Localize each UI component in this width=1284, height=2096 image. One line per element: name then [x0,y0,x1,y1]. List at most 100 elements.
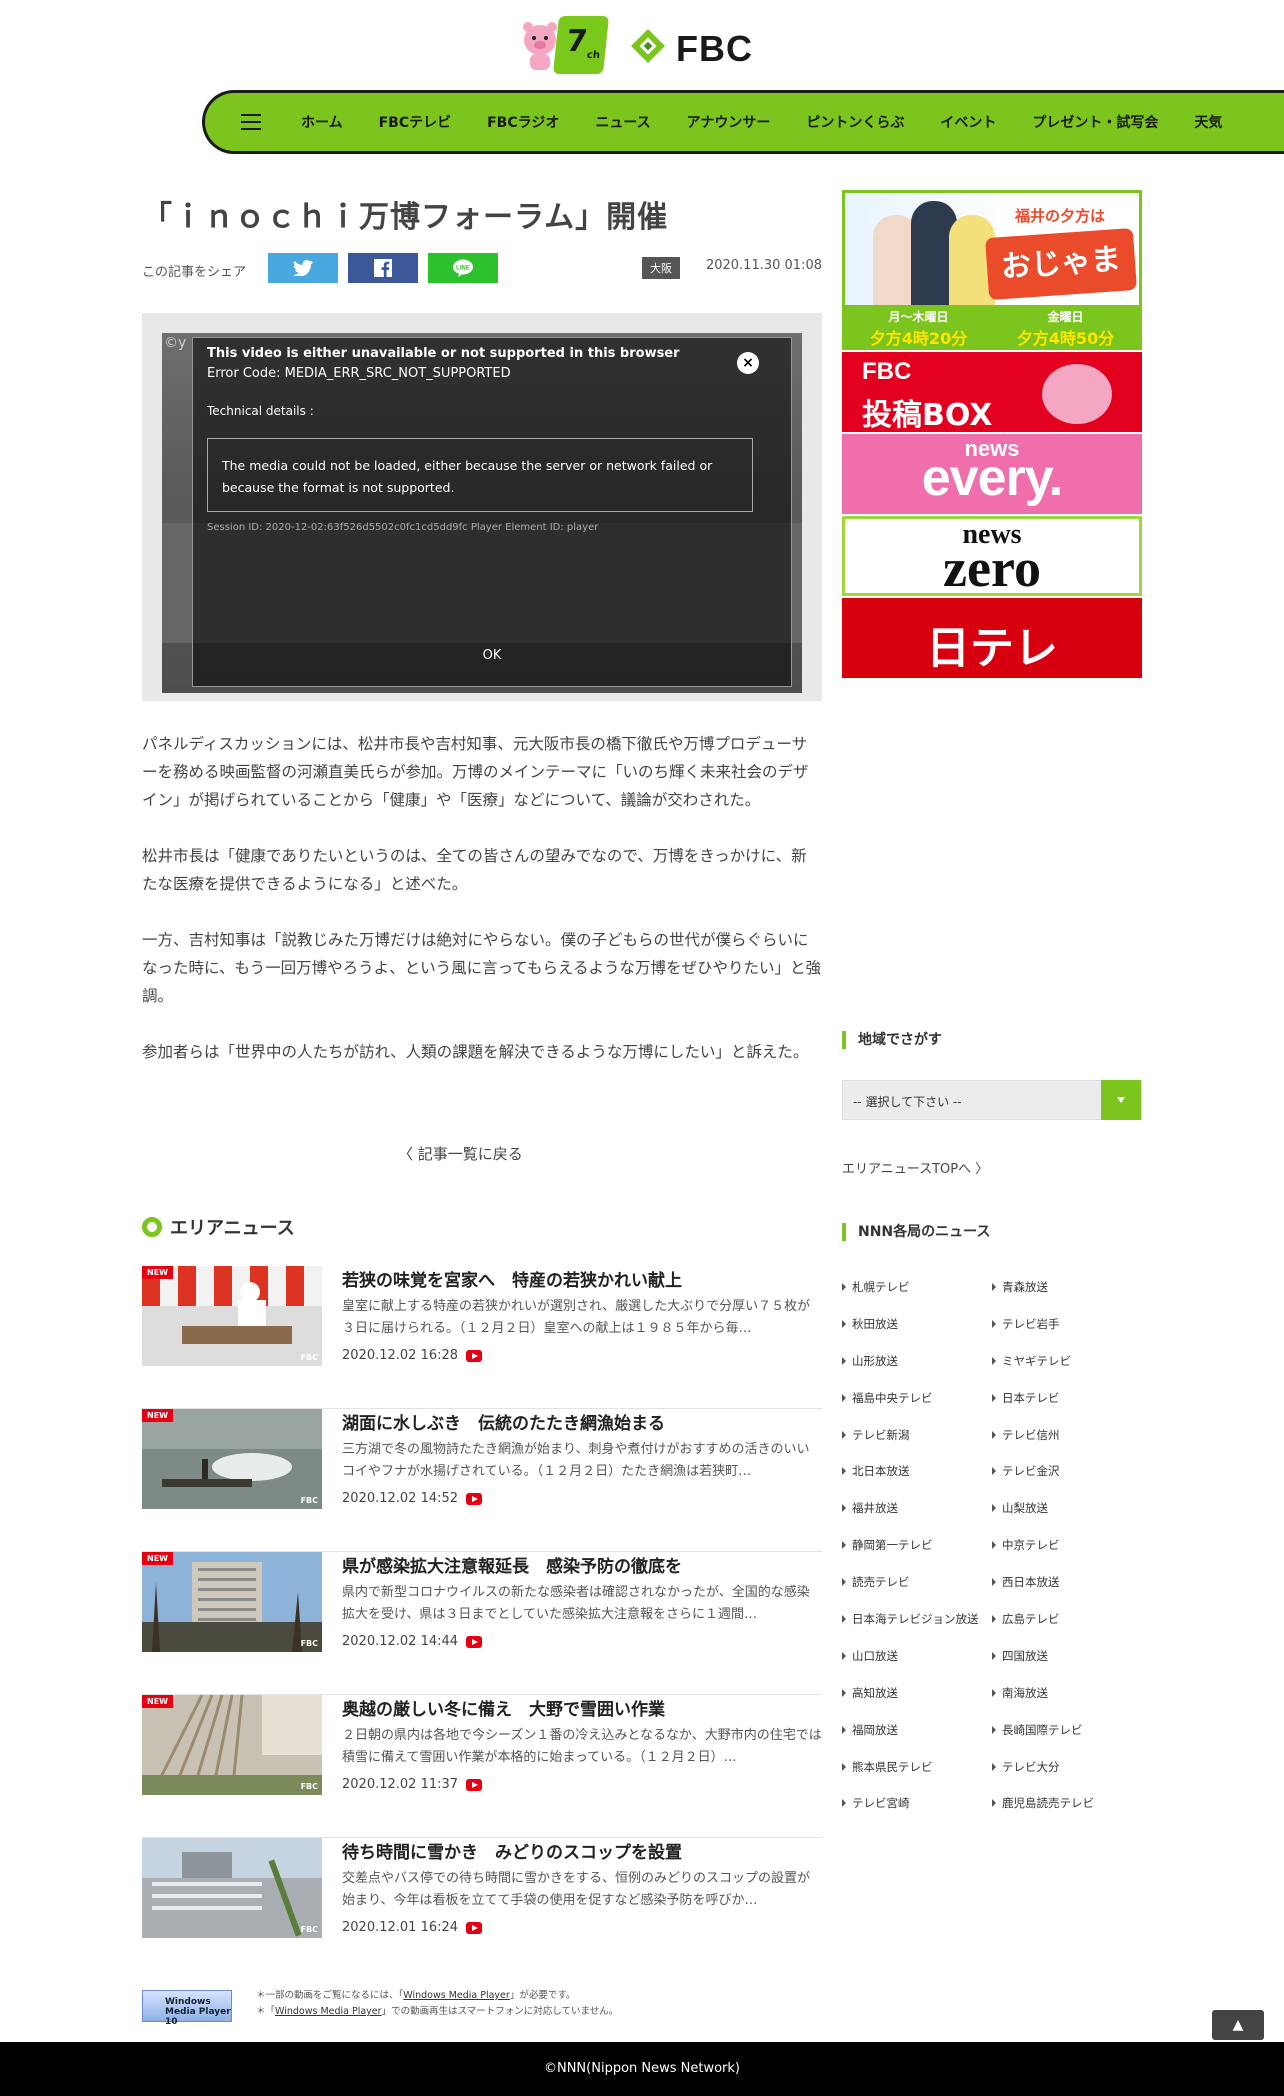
nnn-station-link[interactable]: 読売テレビ [842,1573,992,1591]
nnn-station-link[interactable]: ミヤギテレビ [992,1352,1142,1370]
nav-news[interactable]: ニュース [577,112,668,132]
nnn-station-link[interactable]: 中京テレビ [992,1536,1142,1554]
nnn-station-link[interactable]: 静岡第一テレビ [842,1536,992,1554]
wmp-note2-post: 」での動画再生はスマートフォンに対応していません。 [381,2006,619,2017]
nnn-station-link[interactable]: 秋田放送 [842,1315,992,1333]
7ch-badge: 7 ch [552,16,610,74]
news-date-row: 2020.12.01 16:24 [342,1920,483,1935]
news-thumbnail[interactable]: NEW FBC [142,1552,322,1652]
nav-weather[interactable]: 天気 [1176,112,1240,132]
news-item[interactable]: NEW FBC 若狭の味覚を宮家へ 特産の若狭かれい献上 皇室に献上する特産の若… [142,1266,822,1409]
nnn-station-link[interactable]: テレビ金沢 [992,1462,1142,1480]
news-thumbnail[interactable]: NEW FBC [142,1409,322,1509]
error-tech-label: Technical details : [207,404,314,418]
slot-days: 月〜木曜日 [888,310,949,324]
nav-home[interactable]: ホーム [283,112,361,132]
nnn-station-link[interactable]: 山口放送 [842,1647,992,1665]
back-to-list-link[interactable]: 〈 記事一覧に戻る [398,1143,523,1164]
nnn-station-link[interactable]: 福岡放送 [842,1721,992,1739]
news-title[interactable]: 県が感染拡大注意報延長 感染予防の徹底を [342,1552,822,1577]
error-session: Session ID: 2020-12-02:63f526d5502c0fc1c… [207,522,599,533]
nav-fbc-tv[interactable]: FBCテレビ [361,112,470,132]
back-to-top-button[interactable]: ▲ [1212,2010,1264,2040]
chevron-down-icon[interactable] [1101,1080,1141,1120]
news-title[interactable]: 湖面に水しぶき 伝統のたたき網漁始まる [342,1409,822,1434]
news-description: ２日朝の県内は各地で今シーズン１番の冷え込みとなるなか、大野市内の住宅では積雪に… [342,1728,822,1765]
error-ok-button[interactable]: OK [193,648,791,663]
nnn-station-link[interactable]: 広島テレビ [992,1610,1142,1628]
nav-present[interactable]: プレゼント・試写会 [1014,112,1176,132]
nnn-station-link[interactable]: 山形放送 [842,1352,992,1370]
menu-icon[interactable] [241,114,261,130]
news-item[interactable]: NEW FBC 奥越の厳しい冬に備え 大野で雪囲い作業 ２日朝の県内は各地で今シ… [142,1695,822,1838]
area-tag[interactable]: 大阪 [642,257,680,279]
news-description: 三方湖で冬の風物詩たたき網漁が始まり、刺身や煮付けがおすすめの活きのいいコイやフ… [342,1442,810,1479]
nnn-station-link[interactable]: 鹿児島読売テレビ [992,1794,1142,1812]
nnn-station-link[interactable]: テレビ宮崎 [842,1794,992,1812]
news-item[interactable]: NEW FBC 県が感染拡大注意報延長 感染予防の徹底を 県内で新型コロナウイル… [142,1552,822,1695]
nnn-station-link[interactable]: 高知放送 [842,1684,992,1702]
nnn-station-link[interactable]: 福島中央テレビ [842,1389,992,1407]
article-paragraph: 参加者らは「世界中の人たちが訪れ、人類の課題を解決できるような万博にしたい」と訴… [142,1043,809,1061]
ntv-news24-banner[interactable]: 日テレNEWS24 [842,598,1142,678]
news-title[interactable]: 奥越の厳しい冬に備え 大野で雪囲い作業 [342,1695,822,1720]
nnn-station-link[interactable]: 長崎国際テレビ [992,1721,1142,1739]
logo-7ch[interactable]: 7 ch [520,14,612,78]
wmp-link[interactable]: Windows Media Player [403,1990,510,2001]
video-player[interactable]: ©y This video is either unavailable or n… [162,333,802,693]
video-play-icon [466,1492,483,1505]
logo-fbc[interactable]: FBC [628,26,764,70]
fbc-wordmark: FBC [676,28,753,69]
nnn-station-link[interactable]: 南海放送 [992,1684,1142,1702]
fbc-toukou-box-banner[interactable]: FBC 投稿BOX [842,352,1142,432]
ojama-tele-banner[interactable]: 福井の夕方は おじゃまっテレ 月〜木曜日 夕方4時20分 金曜日 夕方4時50分 [842,190,1142,350]
news-thumbnail[interactable]: NEW FBC [142,1266,322,1366]
area-news-top-link[interactable]: エリアニュースTOPへ 〉 [842,1158,988,1177]
nnn-station-link[interactable]: 四国放送 [992,1647,1142,1665]
region-heading: 地域でさがす [842,1031,942,1049]
wmp-link[interactable]: Windows Media Player [275,2006,382,2017]
nnn-station-link[interactable]: テレビ大分 [992,1758,1142,1776]
region-select[interactable]: -- 選択して下さい -- [842,1080,1142,1120]
news-date-row: 2020.12.02 14:44 [342,1634,483,1649]
svg-text:LINE: LINE [456,266,470,272]
nnn-station-link[interactable]: 札幌テレビ [842,1278,992,1296]
news-thumbnail[interactable]: FBC [142,1838,322,1938]
nnn-station-link[interactable]: 日本テレビ [992,1389,1142,1407]
nnn-station-link[interactable]: テレビ信州 [992,1426,1142,1444]
nav-fbc-radio[interactable]: FBCラジオ [469,112,577,132]
nnn-station-link[interactable]: 青森放送 [992,1278,1142,1296]
area-top-label: エリアニュースTOPへ [842,1162,972,1177]
nav-event[interactable]: イベント [922,112,1014,132]
news-every-banner[interactable]: news every. [842,434,1142,514]
share-label: この記事をシェア [142,265,247,280]
nnn-station-link[interactable]: 福井放送 [842,1499,992,1517]
twitter-share-button[interactable] [268,253,338,283]
nnn-station-link[interactable]: 日本海テレビジョン放送 [842,1610,992,1628]
nnn-station-link[interactable]: 熊本県民テレビ [842,1758,992,1776]
facebook-share-button[interactable] [348,253,418,283]
line-share-button[interactable]: LINE [428,253,498,283]
share-row: この記事をシェア LINE 大阪 2020.11.30 01:08 [142,253,822,283]
windows-media-player-badge[interactable]: Windows Media Player 10 [142,1990,232,2027]
fbc-watermark: FBC [300,1639,318,1648]
nnn-station-list: 札幌テレビ 青森放送秋田放送 テレビ岩手山形放送 ミヤギテレビ福島中央テレビ 日本テレビ… [842,1278,1142,1812]
nnn-station-link[interactable]: テレビ新潟 [842,1426,992,1444]
nav-pinton-club[interactable]: ピントンくらぶ [788,112,922,132]
news-zero-banner[interactable]: news zero [842,516,1142,596]
nnn-station-link[interactable]: テレビ岩手 [992,1315,1142,1333]
news-title[interactable]: 若狭の味覚を宮家へ 特産の若狭かれい献上 [342,1266,822,1291]
news-date-row: 2020.12.02 14:52 [342,1491,483,1506]
close-icon[interactable]: × [737,352,759,374]
nnn-station-link[interactable]: 北日本放送 [842,1462,992,1480]
news-title[interactable]: 待ち時間に雪かき みどりのスコップを設置 [342,1838,822,1863]
news-item[interactable]: FBC 待ち時間に雪かき みどりのスコップを設置 交差点やバス停での待ち時間に雪… [142,1838,822,1981]
nnn-station-link[interactable]: 山梨放送 [992,1499,1142,1517]
nav-announcer[interactable]: アナウンサー [669,112,789,132]
nnn-station-link[interactable]: 西日本放送 [992,1573,1142,1591]
slot-days: 金曜日 [1047,310,1084,324]
banner2-line2: 投稿BOX [862,398,993,432]
news-thumbnail[interactable]: NEW FBC [142,1695,322,1795]
news-item[interactable]: NEW FBC 湖面に水しぶき 伝統のたたき網漁始まる 三方湖で冬の風物詩たたき… [142,1409,822,1552]
facebook-icon [374,259,392,277]
